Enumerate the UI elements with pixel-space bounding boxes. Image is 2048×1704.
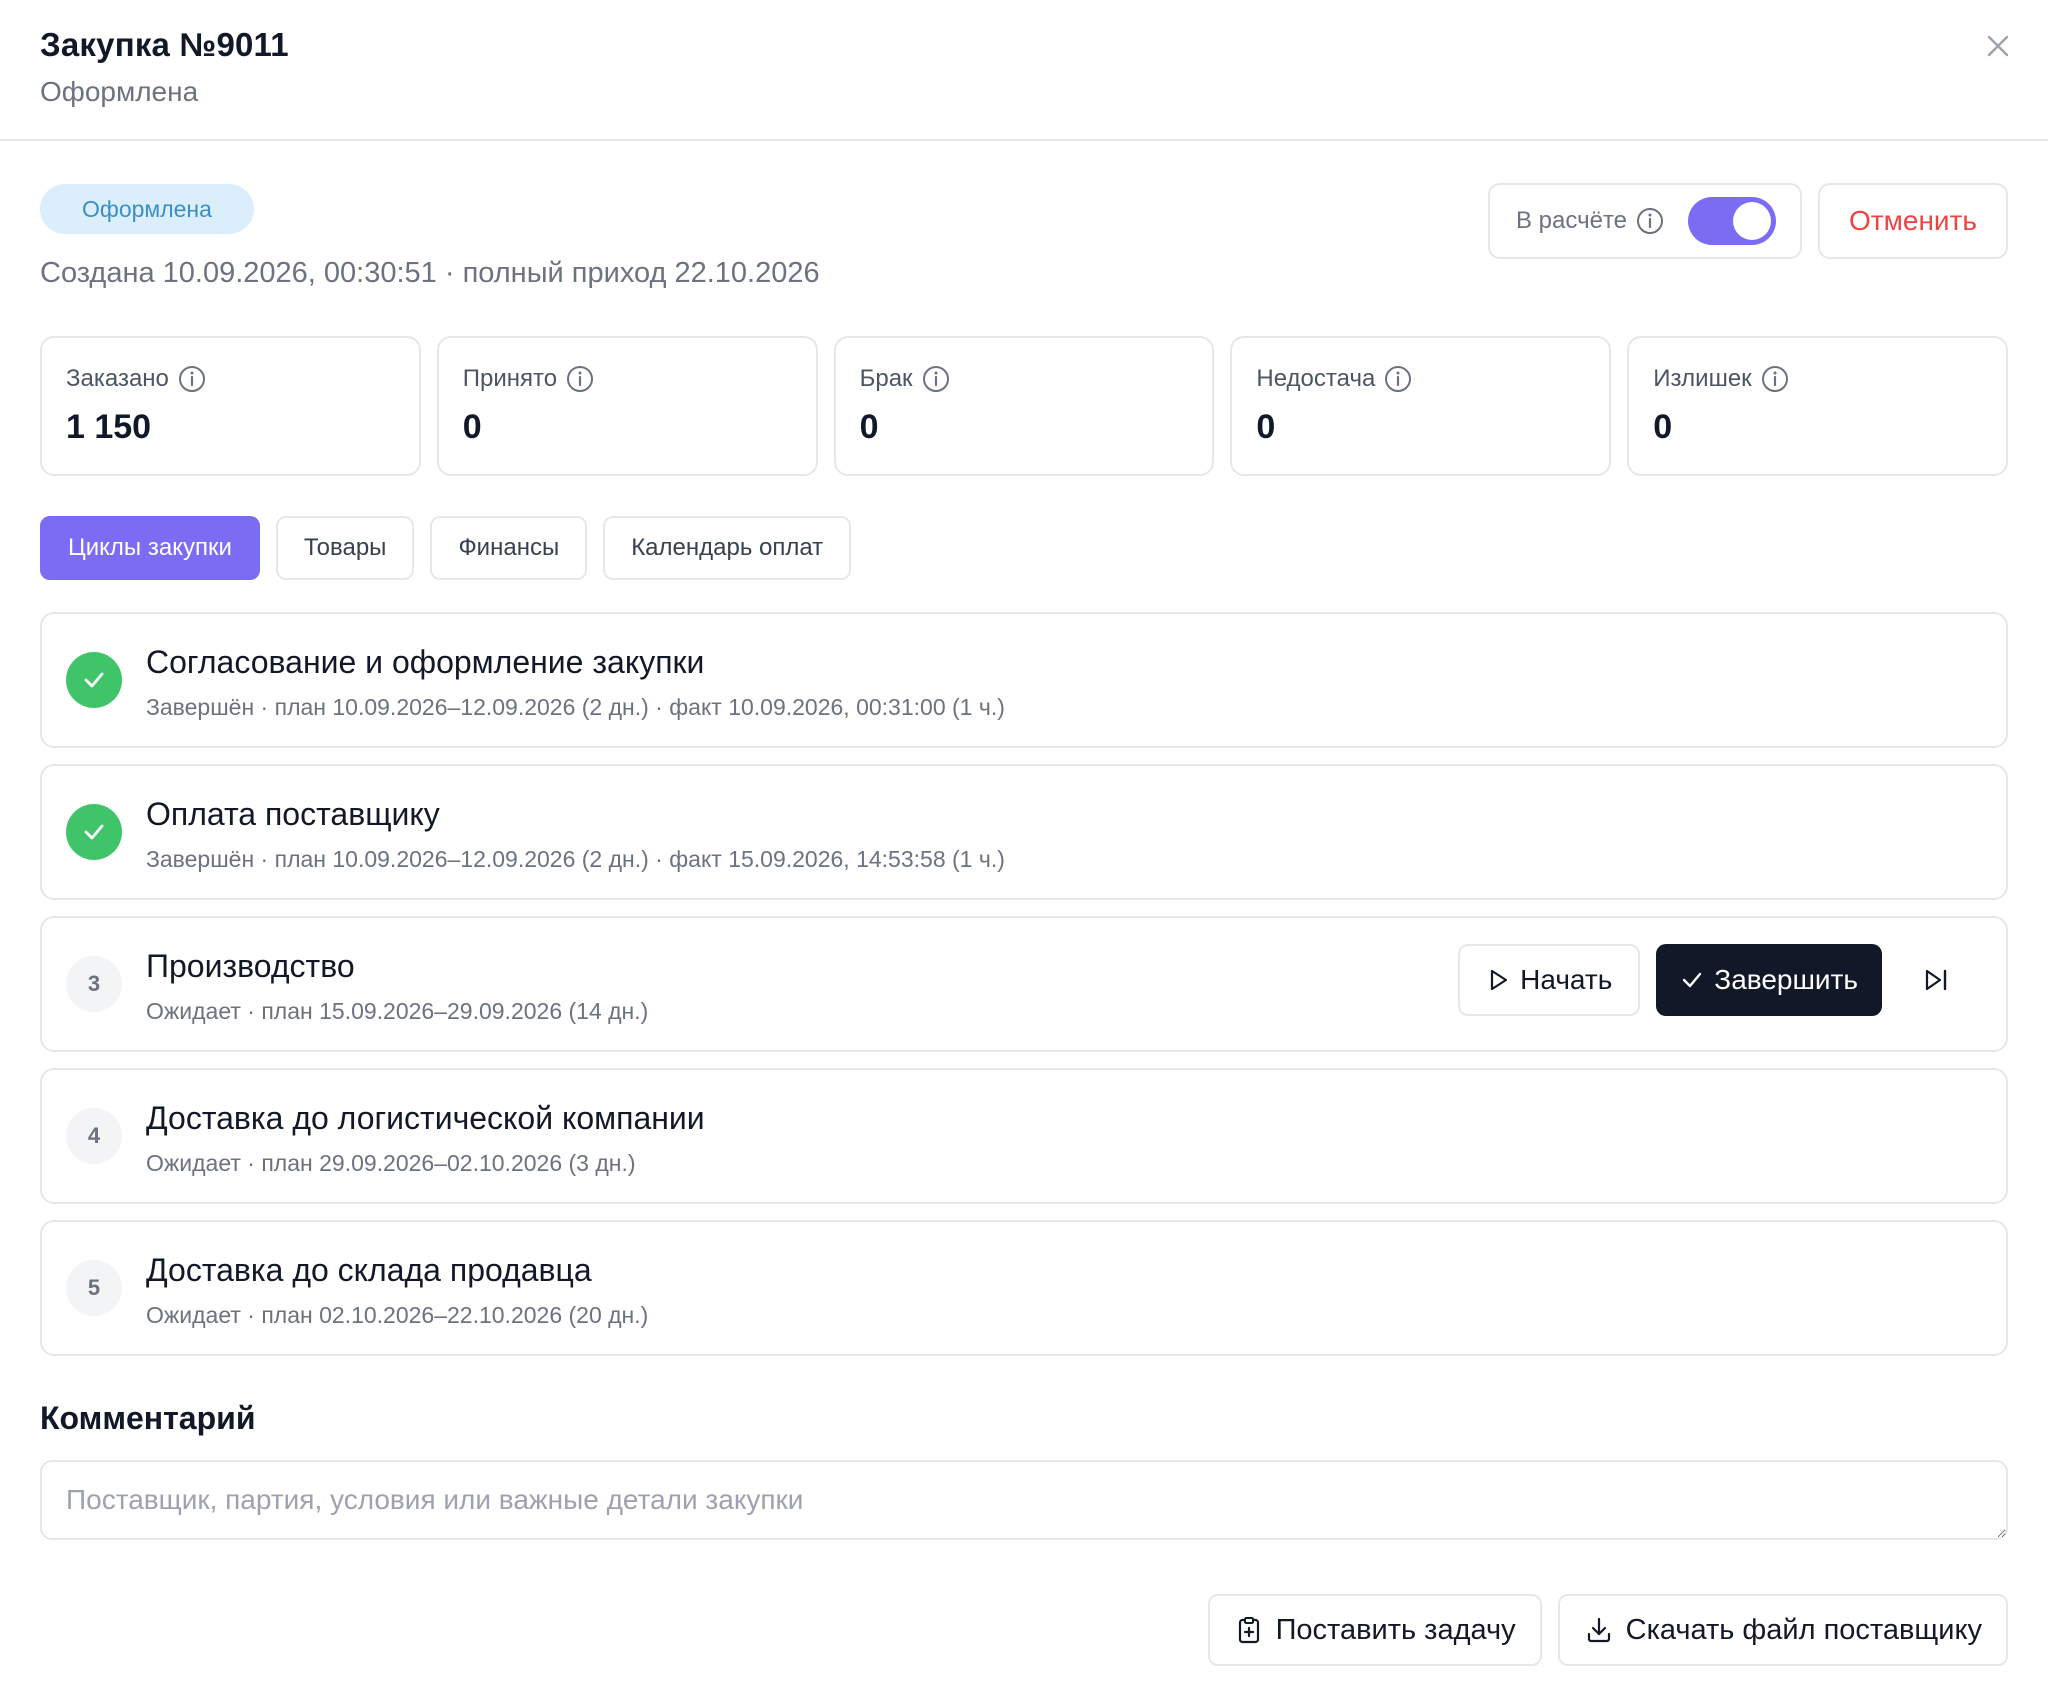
finish-stage-button[interactable]: Завершить (1656, 944, 1882, 1016)
start-stage-label: Начать (1520, 964, 1613, 995)
stat-label: Недостача (1256, 365, 1376, 392)
tab-payment-calendar[interactable]: Календарь оплат (603, 516, 852, 580)
download-supplier-file-button[interactable]: Скачать файл поставщику (1557, 1594, 2008, 1666)
stage-name: Доставка до логистической компании (146, 1100, 705, 1136)
purchase-modal: Закупка №9011 Оформлена Оформлена Создан… (0, 0, 2048, 1704)
stat-surplus: Излишек 0 (1627, 336, 2008, 476)
stage-done-indicator (66, 652, 122, 708)
stage-item-active: 3 Производство Ожидает · план 15.09.2026… (40, 916, 2008, 1052)
close-button[interactable] (1978, 26, 2018, 66)
tab-finance[interactable]: Финансы (430, 516, 588, 580)
info-icon[interactable] (177, 364, 207, 394)
stat-value: 0 (1256, 408, 1276, 446)
stage-item: 4 Доставка до логистической компании Ожи… (40, 1068, 2008, 1204)
toggle-knob (1733, 202, 1771, 240)
stage-name: Оплата поставщику (146, 796, 440, 832)
stage-item: Согласование и оформление закупки Заверш… (40, 612, 2008, 748)
stage-meta: Ожидает · план 02.10.2026–22.10.2026 (20… (146, 1302, 649, 1328)
in-calculation-label: В расчёте (1516, 207, 1628, 234)
check-icon (84, 824, 104, 840)
skip-forward-icon (1925, 969, 1947, 991)
stage-name: Производство (146, 948, 355, 984)
stage-meta: Завершён · план 10.09.2026–12.09.2026 (2… (146, 694, 1005, 720)
create-task-button[interactable]: Поставить задачу (1207, 1594, 1542, 1666)
info-icon[interactable] (921, 364, 951, 394)
start-stage-button[interactable]: Начать (1458, 944, 1641, 1016)
stat-value: 1 150 (66, 408, 152, 446)
download-supplier-file-label: Скачать файл поставщику (1625, 1613, 1982, 1646)
stage-meta: Ожидает · план 15.09.2026–29.09.2026 (14… (146, 998, 649, 1024)
tab-goods[interactable]: Товары (275, 516, 415, 580)
stat-label: Брак (859, 365, 913, 392)
stage-actions: Начать Завершить (1458, 944, 1966, 1016)
check-icon (1683, 972, 1702, 988)
comment-input[interactable] (40, 1460, 2008, 1540)
stage-meta: Ожидает · план 29.09.2026–02.10.2026 (3 … (146, 1150, 636, 1176)
modal-footer: Поставить задачу Скачать файл поставщику (1207, 1594, 2008, 1666)
create-task-label: Поставить задачу (1275, 1613, 1516, 1646)
tab-purchase-cycles[interactable]: Циклы закупки (40, 516, 260, 580)
comment-title: Комментарий (40, 1400, 256, 1436)
stage-item: Оплата поставщику Завершён · план 10.09.… (40, 764, 2008, 900)
info-icon[interactable] (565, 364, 595, 394)
stat-value: 0 (859, 408, 879, 446)
skip-stage-button[interactable] (1906, 950, 1966, 1010)
stage-done-indicator (66, 804, 122, 860)
stat-value: 0 (1653, 408, 1673, 446)
status-row: Оформлена Создана 10.09.2026, 00:30:51 ·… (40, 141, 2008, 341)
created-info: Создана 10.09.2026, 00:30:51 · полный пр… (40, 257, 820, 289)
modal-subtitle: Оформлена (40, 76, 199, 107)
info-icon[interactable] (1760, 364, 1790, 394)
close-icon (1987, 35, 2009, 57)
stat-ordered: Заказано 1 150 (40, 336, 421, 476)
stat-accepted: Принято 0 (436, 336, 818, 476)
in-calculation-toggle[interactable] (1688, 197, 1776, 245)
stat-defect: Брак 0 (833, 336, 1215, 476)
stage-number: 5 (66, 1260, 122, 1316)
clipboard-plus-icon (1238, 1617, 1259, 1644)
stage-item: 5 Доставка до склада продавца Ожидает · … (40, 1220, 2008, 1356)
stats-row: Заказано 1 150 Принято 0 Брак 0 Недостач… (40, 336, 2008, 476)
finish-stage-label: Завершить (1714, 964, 1858, 995)
modal-title: Закупка №9011 (40, 26, 289, 63)
play-icon (1491, 969, 1508, 991)
stage-number: 4 (66, 1108, 122, 1164)
download-icon (1587, 1617, 1610, 1643)
stat-value: 0 (462, 408, 482, 446)
stat-shortage: Недостача 0 (1230, 336, 1612, 476)
stages-list: Согласование и оформление закупки Заверш… (40, 612, 2008, 1372)
status-badge: Оформлена (40, 184, 254, 234)
stat-label: Принято (462, 365, 558, 392)
check-icon (84, 672, 104, 688)
stage-number: 3 (66, 956, 122, 1012)
stat-label: Излишек (1653, 365, 1752, 392)
info-icon[interactable] (1635, 206, 1665, 236)
stage-name: Доставка до склада продавца (146, 1252, 592, 1288)
stage-name: Согласование и оформление закупки (146, 644, 705, 680)
modal-header: Закупка №9011 Оформлена (0, 0, 2048, 141)
tabs: Циклы закупки Товары Финансы Календарь о… (40, 516, 852, 580)
stage-meta: Завершён · план 10.09.2026–12.09.2026 (2… (146, 846, 1005, 872)
modal-body: Оформлена Создана 10.09.2026, 00:30:51 ·… (0, 141, 2048, 341)
in-calculation-box: В расчёте (1488, 183, 1802, 259)
cancel-button[interactable]: Отменить (1818, 183, 2008, 259)
stat-label: Заказано (66, 365, 169, 392)
info-icon[interactable] (1383, 364, 1413, 394)
